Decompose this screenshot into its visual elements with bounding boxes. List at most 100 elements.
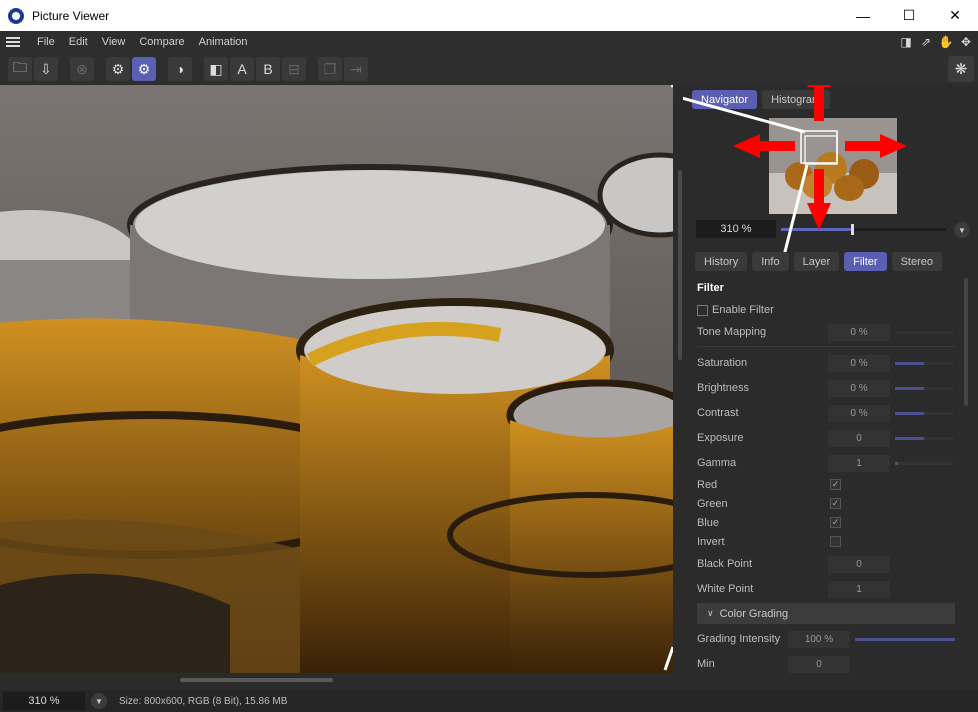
red-label: Red bbox=[697, 479, 718, 491]
min-field[interactable]: 0 bbox=[788, 655, 850, 673]
black-point-field[interactable]: 0 bbox=[828, 555, 890, 573]
tab-history[interactable]: History bbox=[695, 252, 748, 271]
exposure-slider[interactable] bbox=[895, 437, 953, 440]
set-a-button[interactable]: A bbox=[230, 57, 254, 81]
gamma-slider[interactable] bbox=[895, 462, 953, 465]
blue-checkbox[interactable]: ✓ bbox=[830, 517, 841, 528]
save-download-icon[interactable]: ⇩ bbox=[34, 57, 58, 81]
invert-label: Invert bbox=[697, 536, 725, 548]
vertical-scrollbar[interactable] bbox=[678, 170, 682, 360]
title-bar: Picture Viewer — ☐ ✕ bbox=[0, 0, 978, 31]
hamburger-menu-icon[interactable] bbox=[6, 37, 20, 47]
stop-render-icon[interactable]: ⊗ bbox=[70, 57, 94, 81]
image-size-info: Size: 800x600, RGB (8 Bit), 15.86 MB bbox=[119, 695, 288, 707]
brightness-row: Brightness 0 % bbox=[697, 379, 957, 397]
exposure-row: Exposure 0 bbox=[697, 429, 957, 447]
panel-scrollbar[interactable] bbox=[964, 278, 968, 406]
enable-filter-label: Enable Filter bbox=[712, 304, 774, 316]
red-row: Red ✓ bbox=[697, 476, 957, 494]
contrast-field[interactable]: 0 % bbox=[828, 404, 890, 422]
grading-intensity-slider[interactable] bbox=[855, 638, 955, 641]
enable-filter-checkbox[interactable]: Enable Filter bbox=[697, 304, 774, 316]
gamma-row: Gamma 1 bbox=[697, 454, 957, 472]
annotation-line-overlay bbox=[663, 85, 673, 671]
green-row: Green ✓ bbox=[697, 495, 957, 513]
saturation-row: Saturation 0 % bbox=[697, 354, 957, 372]
ab-compare-icon[interactable]: ◧ bbox=[204, 57, 228, 81]
saturation-label: Saturation bbox=[697, 357, 748, 369]
move-arrows-icon[interactable]: ✥ bbox=[958, 34, 974, 50]
status-bar: 310 % ▼ Size: 800x600, RGB (8 Bit), 15.8… bbox=[0, 690, 978, 712]
layer-stack-icon[interactable]: ❐ bbox=[318, 57, 342, 81]
black-point-row: Black Point 0 bbox=[697, 555, 957, 573]
tone-mapping-slider[interactable] bbox=[895, 331, 953, 334]
close-button[interactable]: ✕ bbox=[932, 0, 978, 31]
window-title: Picture Viewer bbox=[32, 8, 110, 23]
pan-hand-icon[interactable]: ✋ bbox=[938, 34, 954, 50]
gamma-label: Gamma bbox=[697, 457, 737, 469]
white-point-row: White Point 1 bbox=[697, 580, 957, 598]
blue-row: Blue ✓ bbox=[697, 514, 957, 532]
tab-filter[interactable]: Filter bbox=[844, 252, 887, 271]
undock-icon[interactable]: ⇗ bbox=[918, 34, 934, 50]
chevron-down-icon: ∨ bbox=[707, 608, 714, 618]
tab-info[interactable]: Info bbox=[752, 252, 789, 271]
saturation-field[interactable]: 0 % bbox=[828, 354, 890, 372]
red-checkbox[interactable]: ✓ bbox=[830, 479, 841, 490]
side-panel: Navigator Histogram 310 % ▼ History Info… bbox=[683, 85, 978, 690]
menu-view[interactable]: View bbox=[95, 36, 133, 48]
menu-animation[interactable]: Animation bbox=[192, 36, 255, 48]
export-icon[interactable]: ⇥ bbox=[344, 57, 368, 81]
grading-intensity-field[interactable]: 100 % bbox=[788, 630, 850, 648]
brightness-slider[interactable] bbox=[895, 387, 953, 390]
open-folder-icon[interactable]: 🗀 bbox=[8, 57, 32, 81]
invert-checkbox[interactable] bbox=[830, 536, 841, 547]
menu-file[interactable]: File bbox=[30, 36, 62, 48]
menu-compare[interactable]: Compare bbox=[132, 36, 191, 48]
green-checkbox[interactable]: ✓ bbox=[830, 498, 841, 509]
white-point-label: White Point bbox=[697, 583, 754, 595]
blue-label: Blue bbox=[697, 517, 720, 529]
menu-edit[interactable]: Edit bbox=[62, 36, 95, 48]
checkbox-icon[interactable] bbox=[697, 304, 708, 316]
exposure-field[interactable]: 0 bbox=[828, 429, 890, 447]
divider bbox=[697, 346, 955, 347]
black-point-label: Black Point bbox=[697, 558, 753, 570]
render-settings-icon[interactable]: ❋ bbox=[948, 56, 974, 82]
swap-ab-icon[interactable]: ⊟ bbox=[282, 57, 306, 81]
horizontal-scrollbar[interactable] bbox=[180, 678, 333, 682]
tab-layer[interactable]: Layer bbox=[793, 252, 840, 271]
status-zoom-field[interactable]: 310 % bbox=[3, 692, 85, 710]
panel-toggle-icon[interactable]: ◨ bbox=[898, 34, 914, 50]
cinema4d-app-icon bbox=[8, 7, 24, 24]
green-label: Green bbox=[697, 498, 728, 510]
grading-intensity-row: Grading Intensity 100 % bbox=[697, 630, 957, 648]
interactive-render-icon[interactable]: ⚙ bbox=[132, 57, 156, 81]
white-point-field[interactable]: 1 bbox=[828, 580, 890, 598]
min-row: Min 0 bbox=[697, 655, 957, 673]
contrast-row: Contrast 0 % bbox=[697, 404, 957, 422]
contrast-slider[interactable] bbox=[895, 412, 953, 415]
exposure-label: Exposure bbox=[697, 432, 744, 444]
brightness-field[interactable]: 0 % bbox=[828, 379, 890, 397]
tone-mapping-field[interactable]: 0 % bbox=[828, 323, 890, 341]
invert-row: Invert bbox=[697, 533, 957, 551]
set-b-button[interactable]: B bbox=[256, 57, 280, 81]
toolbar: 🗀 ⇩ ⊗ ⚙ ⚙ ◑ ◧ A B ⊟ ❐ ⇥ ❋ bbox=[0, 53, 978, 85]
brightness-label: Brightness bbox=[697, 382, 749, 394]
minimize-button[interactable]: — bbox=[840, 0, 886, 31]
red-arrows-overlay bbox=[683, 85, 907, 265]
filter-section-title: Filter bbox=[697, 282, 724, 294]
image-viewport[interactable] bbox=[0, 85, 673, 673]
color-grading-label: Color Grading bbox=[719, 607, 789, 620]
color-grading-header[interactable]: ∨ Color Grading bbox=[697, 603, 955, 624]
gamma-field[interactable]: 1 bbox=[828, 454, 890, 472]
maximize-button[interactable]: ☐ bbox=[886, 0, 932, 31]
saturation-slider[interactable] bbox=[895, 362, 953, 365]
tab-stereo[interactable]: Stereo bbox=[891, 252, 942, 271]
render-region-icon[interactable]: ⚙ bbox=[106, 57, 130, 81]
tone-mapping-row: Tone Mapping 0 % bbox=[697, 323, 957, 341]
chevron-down-icon[interactable]: ▼ bbox=[91, 693, 107, 709]
tone-mapping-label: Tone Mapping bbox=[697, 326, 767, 338]
contrast-toggle-icon[interactable]: ◑ bbox=[168, 57, 192, 81]
